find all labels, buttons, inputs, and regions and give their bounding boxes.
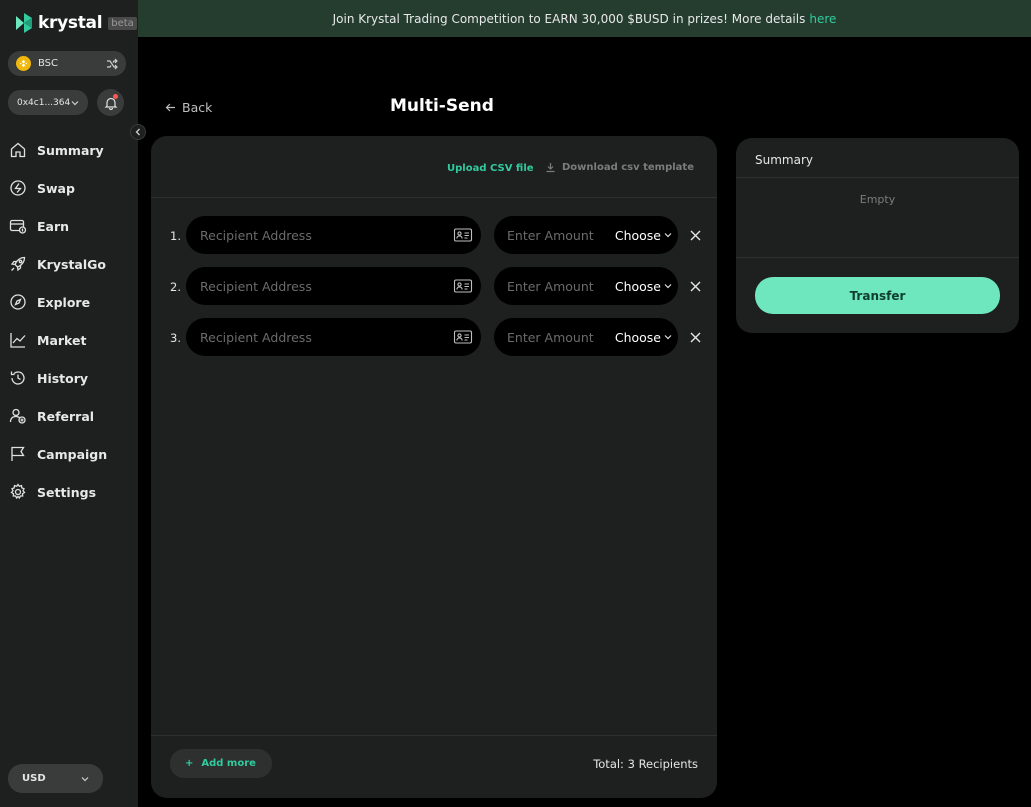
- download-icon: [546, 163, 555, 173]
- sidebar-item-krystalgo[interactable]: KrystalGo: [0, 245, 138, 283]
- transfer-button[interactable]: Transfer: [755, 277, 1000, 314]
- page-title: Multi-Send: [390, 96, 494, 116]
- chevron-down-icon: [71, 100, 79, 105]
- chain-label: BSC: [38, 58, 59, 69]
- recipient-row: 3. Choose: [151, 318, 717, 369]
- divider: [736, 177, 1019, 178]
- notification-dot: [113, 94, 118, 99]
- amount-input[interactable]: [507, 278, 615, 294]
- recipient-address-field[interactable]: [186, 216, 481, 254]
- sidebar-item-campaign[interactable]: Campaign: [0, 435, 138, 473]
- divider: [736, 257, 1019, 258]
- sidebar-item-swap[interactable]: Swap: [0, 169, 138, 207]
- address-book-icon[interactable]: [453, 227, 473, 243]
- remove-row-close-icon[interactable]: [689, 280, 702, 293]
- flag-icon: [11, 446, 25, 461]
- sidebar-item-earn[interactable]: Earn: [0, 207, 138, 245]
- summary-empty-state: Empty: [859, 193, 896, 206]
- chevron-down-icon: [664, 284, 672, 289]
- collapse-sidebar-button[interactable]: [130, 124, 146, 140]
- sidebar-nav: Summary Swap Earn KrystalGo Explore Mark…: [0, 131, 138, 511]
- sidebar-item-history[interactable]: History: [0, 359, 138, 397]
- recipient-row: 1. Choose: [151, 216, 717, 267]
- chain-selector[interactable]: BSC: [8, 51, 126, 76]
- plus-icon: +: [185, 758, 194, 769]
- amount-input[interactable]: [507, 227, 615, 243]
- row-number: 3.: [170, 331, 181, 345]
- token-selector[interactable]: Choose: [615, 330, 672, 345]
- token-selector-label: Choose: [614, 227, 661, 243]
- recipient-row: 2. Choose: [151, 267, 717, 318]
- notifications-button[interactable]: [97, 89, 124, 116]
- address-book-icon[interactable]: [453, 329, 473, 345]
- recipient-address-input[interactable]: [200, 227, 453, 243]
- currency-selector[interactable]: USD: [8, 764, 103, 793]
- home-icon: [10, 142, 26, 158]
- download-label: Download csv template: [562, 162, 694, 173]
- sidebar: krystal beta BSC 0x4c1...364 Summary Swa…: [0, 0, 138, 807]
- amount-field[interactable]: Choose: [494, 267, 678, 305]
- summary-title: Summary: [755, 153, 813, 167]
- wallet-address-selector[interactable]: 0x4c1...364: [8, 90, 88, 115]
- bnb-chain-icon: [16, 56, 31, 71]
- token-selector[interactable]: Choose: [615, 228, 672, 243]
- sidebar-item-summary[interactable]: Summary: [0, 131, 138, 169]
- shuffle-icon: [107, 58, 118, 69]
- multisend-card: Upload CSV file Download csv template 1.…: [151, 136, 717, 798]
- referral-icon: [9, 408, 26, 424]
- krystal-logo-icon: [16, 13, 32, 33]
- token-selector[interactable]: Choose: [615, 279, 672, 294]
- sidebar-item-settings[interactable]: Settings: [0, 473, 138, 511]
- recipient-address-input[interactable]: [200, 329, 453, 345]
- earn-icon: [9, 219, 27, 234]
- gear-icon: [10, 483, 26, 500]
- rocket-icon: [10, 256, 26, 272]
- chart-icon: [10, 333, 26, 348]
- add-more-button[interactable]: + Add more: [170, 749, 272, 778]
- back-button[interactable]: Back: [165, 100, 212, 115]
- total-recipients: Total: 3 Recipients: [593, 757, 698, 771]
- chevron-left-icon: [135, 128, 140, 136]
- recipient-list: 1. Choose 2. Ch: [151, 216, 717, 369]
- recipient-address-field[interactable]: [186, 267, 481, 305]
- compass-icon: [10, 294, 26, 310]
- arrow-left-icon: [165, 103, 175, 112]
- currency-label: USD: [22, 773, 46, 784]
- brand-name: krystal: [38, 13, 103, 33]
- summary-card: Summary Empty Transfer: [736, 138, 1019, 333]
- address-book-icon[interactable]: [453, 278, 473, 294]
- token-selector-label: Choose: [614, 329, 661, 345]
- download-csv-template-button[interactable]: Download csv template: [545, 162, 694, 173]
- amount-input[interactable]: [507, 329, 615, 345]
- sidebar-item-referral[interactable]: Referral: [0, 397, 138, 435]
- upload-csv-button[interactable]: Upload CSV file: [447, 163, 534, 174]
- row-number: 1.: [170, 229, 181, 243]
- wallet-address: 0x4c1...364: [17, 97, 71, 108]
- add-more-label: Add more: [201, 758, 256, 769]
- beta-badge: beta: [108, 16, 137, 30]
- chevron-down-icon: [81, 776, 89, 781]
- chevron-down-icon: [664, 233, 672, 238]
- banner-details-link[interactable]: here: [809, 12, 836, 26]
- banner-text: Join Krystal Trading Competition to EARN…: [332, 11, 806, 26]
- recipient-address-input[interactable]: [200, 278, 453, 294]
- sidebar-item-market[interactable]: Market: [0, 321, 138, 359]
- amount-field[interactable]: Choose: [494, 318, 678, 356]
- amount-field[interactable]: Choose: [494, 216, 678, 254]
- remove-row-close-icon[interactable]: [689, 229, 702, 242]
- promo-banner: Join Krystal Trading Competition to EARN…: [138, 0, 1031, 37]
- multisend-card-footer: + Add more Total: 3 Recipients: [151, 735, 717, 798]
- chevron-down-icon: [664, 335, 672, 340]
- row-number: 2.: [170, 280, 181, 294]
- multisend-card-header: Upload CSV file Download csv template: [151, 136, 717, 198]
- remove-row-close-icon[interactable]: [689, 331, 702, 344]
- recipient-address-field[interactable]: [186, 318, 481, 356]
- token-selector-label: Choose: [614, 278, 661, 294]
- swap-icon: [10, 180, 26, 196]
- brand-logo[interactable]: krystal beta: [14, 12, 137, 34]
- sidebar-item-explore[interactable]: Explore: [0, 283, 138, 321]
- history-icon: [10, 371, 25, 385]
- back-label: Back: [182, 100, 213, 115]
